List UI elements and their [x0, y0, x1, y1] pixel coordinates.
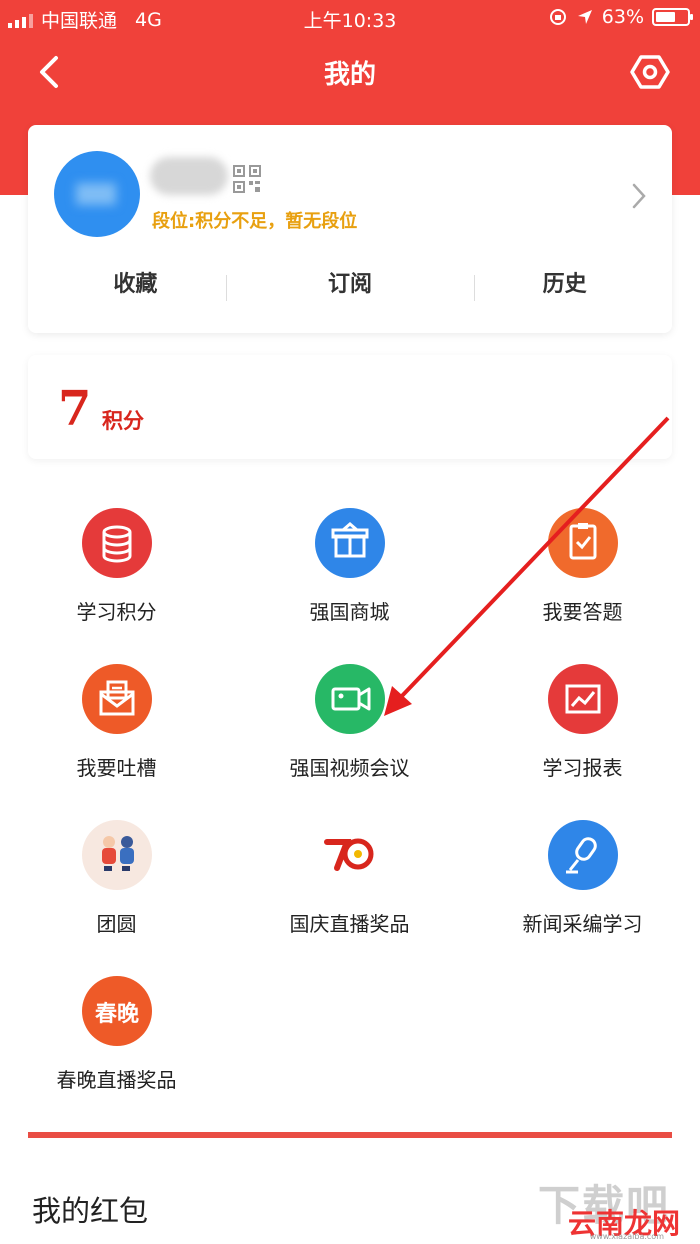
microphone-icon — [548, 820, 618, 890]
feature-spring-gala-prizes[interactable]: 春晚 春晚直播奖品 — [0, 976, 233, 1106]
feature-label: 团圆 — [96, 912, 137, 936]
spring-gala-icon-text: 春晚 — [94, 1001, 139, 1027]
feature-label: 强国视频会议 — [289, 756, 410, 780]
location-icon — [577, 10, 592, 24]
tab-history[interactable]: 历史 — [457, 271, 672, 311]
tab-subscriptions[interactable]: 订阅 — [243, 271, 458, 311]
battery-icon — [652, 8, 693, 26]
feature-label: 国庆直播奖品 — [289, 912, 410, 936]
feature-video-meeting[interactable]: 强国视频会议 — [233, 664, 466, 794]
coins-icon — [82, 508, 152, 578]
settings-hex-icon — [630, 55, 670, 89]
seventy-anniversary-icon — [315, 820, 385, 890]
tab-divider — [474, 275, 475, 301]
settings-button[interactable] — [630, 54, 670, 90]
feature-label: 春晚直播奖品 — [56, 1068, 177, 1092]
feature-label: 我要吐槽 — [76, 756, 157, 780]
watermark-url: www.xiazaiba.com — [589, 1232, 664, 1241]
feature-label: 学习报表 — [542, 756, 623, 780]
points-label: 积分 — [102, 409, 144, 433]
username-blurred — [150, 157, 228, 195]
feature-quiz[interactable]: 我要答题 — [466, 508, 699, 638]
feature-label: 新闻采编学习 — [522, 912, 643, 936]
tab-favorites[interactable]: 收藏 — [28, 271, 243, 311]
feature-label: 我要答题 — [542, 600, 623, 624]
nav-bar: 我的 — [0, 40, 700, 104]
avatar[interactable] — [54, 151, 140, 237]
mail-icon — [82, 664, 152, 734]
feature-reunion[interactable]: 团圆 — [0, 820, 233, 950]
battery-fill — [656, 12, 675, 22]
tab-divider — [226, 275, 227, 301]
points-value: 7 — [58, 381, 92, 437]
chevron-right-icon[interactable] — [632, 183, 646, 209]
feature-mall[interactable]: 强国商城 — [233, 508, 466, 638]
page-title: 我的 — [323, 60, 376, 90]
section-divider — [28, 1132, 672, 1138]
feature-label: 学习积分 — [76, 600, 157, 624]
feature-national-day-prizes[interactable]: 国庆直播奖品 — [233, 820, 466, 950]
battery-percent: 63% — [601, 6, 644, 28]
profile-tabs: 收藏 订阅 历史 — [28, 271, 672, 311]
red-packet-title[interactable]: 我的红包 — [32, 1188, 148, 1230]
feature-feedback[interactable]: 我要吐槽 — [0, 664, 233, 794]
status-bar: 中国联通 4G 上午10:33 63% — [0, 0, 700, 36]
spring-gala-icon: 春晚 — [82, 976, 152, 1046]
feature-study-report[interactable]: 学习报表 — [466, 664, 699, 794]
clipboard-icon — [548, 508, 618, 578]
points-card[interactable]: 7 积分 — [28, 355, 672, 459]
feature-news-editing[interactable]: 新闻采编学习 — [466, 820, 699, 950]
video-camera-icon — [315, 664, 385, 734]
rank-text: 段位:积分不足，暂无段位 — [152, 211, 358, 232]
family-icon — [82, 820, 152, 890]
profile-card[interactable]: 段位:积分不足，暂无段位 收藏 订阅 历史 — [28, 125, 672, 333]
qr-code-icon[interactable] — [233, 165, 261, 193]
lock-rotation-icon — [549, 9, 566, 25]
feature-study-points[interactable]: 学习积分 — [0, 508, 233, 638]
watermark: 下载吧 云南龙网 www.xiazaiba.com — [528, 1172, 688, 1241]
status-right: 63% — [548, 6, 693, 28]
chart-icon — [548, 664, 618, 734]
feature-label: 强国商城 — [309, 600, 390, 624]
gift-box-icon — [315, 508, 385, 578]
